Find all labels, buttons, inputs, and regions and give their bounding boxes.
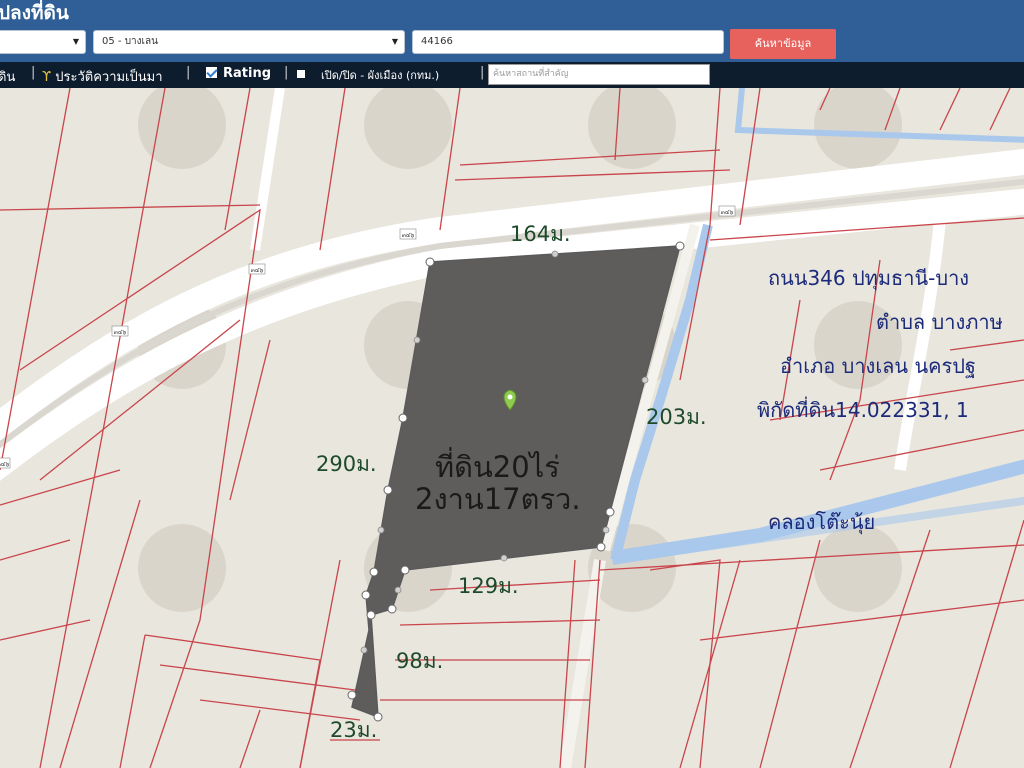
toolbar-item-history-label: ประวัติความเป็นมา	[55, 70, 163, 85]
dimension-label-strip: 98ม.	[396, 649, 444, 673]
dimension-label-left: 290ม.	[316, 452, 377, 476]
parcel-area-label: 2งาน17ตรว.	[415, 482, 581, 516]
info-amphoe: อำเภอ บางเลน นครปฐ	[780, 354, 976, 378]
district-select[interactable]: 05 - บางเลน ▼	[93, 30, 405, 54]
search-button[interactable]: ค้นหาข้อมูล	[730, 29, 836, 59]
map-canvas: ๓๔๖ ๓๔๖ ๓๔๖ ๓๔๖ ๓๔๖	[0, 88, 1024, 768]
parcel-number-input[interactable]: 44166	[412, 30, 724, 54]
toolbar-item-cityplan-label: เปิด/ปิด - ผังเมือง (กทม.)	[321, 69, 440, 82]
chevron-down-icon: ▼	[391, 37, 398, 46]
road-shield-label: ๓๔๖	[251, 267, 264, 274]
dimension-label-tip: 23ม.	[330, 718, 378, 742]
toolbar-item-rating-label: Rating	[223, 66, 272, 81]
toolbar-separator: |	[480, 65, 485, 80]
place-search-input[interactable]: ค้นหาสถานที่สำคัญ	[488, 64, 710, 85]
sprout-icon: ϒ	[42, 70, 52, 85]
road-shield-label: ๓๔๖	[721, 209, 734, 216]
app-title: ปลงที่ดิน	[0, 2, 69, 24]
dimension-label-right: 203ม.	[646, 405, 707, 429]
header-bar: ปลงที่ดิน ▼ 05 - บางเลน ▼ 44166 ค้นหาข้อ…	[0, 0, 1024, 62]
toolbar-item-history[interactable]: ϒ ประวัติความเป็นมา	[42, 66, 163, 87]
province-select[interactable]: ▼	[0, 30, 86, 54]
toolbar-separator: |	[186, 65, 191, 80]
district-select-value: 05 - บางเลน	[102, 36, 158, 47]
cityplan-checkbox[interactable]	[297, 70, 305, 78]
map-view[interactable]: ๓๔๖ ๓๔๖ ๓๔๖ ๓๔๖ ๓๔๖	[0, 88, 1024, 768]
info-coordinates: พิกัดที่ดิน14.022331, 1	[757, 398, 969, 422]
toolbar-item-cityplan[interactable]: เปิด/ปิด - ผังเมือง (กทม.)	[297, 66, 439, 84]
chevron-down-icon: ▼	[72, 37, 79, 46]
info-tambon: ตำบล บางภาษ	[876, 310, 1003, 334]
toolbar-item-rating[interactable]: Rating	[206, 66, 271, 81]
toolbar-item-land[interactable]: ดิน	[0, 66, 15, 87]
rating-checkbox[interactable]	[206, 67, 217, 78]
info-road: ถนน346 ปทุมธานี-บาง	[768, 266, 970, 290]
toolbar-separator: |	[31, 65, 36, 80]
road-shield-label: ๓๔๖	[114, 329, 127, 336]
road-shield-label: ๓๔๖	[402, 232, 415, 239]
road-shield-label: ๓๔๖	[0, 461, 9, 468]
toolbar-separator: |	[284, 65, 289, 80]
dimension-label-bottom: 129ม.	[458, 574, 519, 598]
canal-label: คลองโต๊ะนุ้ย	[768, 510, 876, 534]
dimension-label-top: 164ม.	[510, 222, 571, 246]
